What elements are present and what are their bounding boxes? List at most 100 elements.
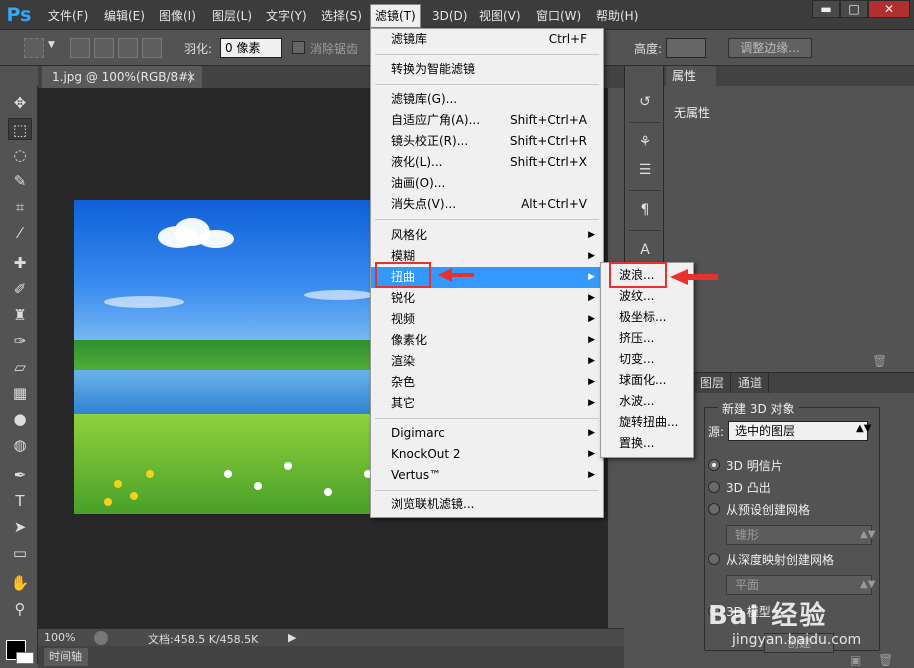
menu-window[interactable]: 窗口(W) xyxy=(532,5,585,27)
healing-brush-tool-icon[interactable]: ✚ xyxy=(8,252,32,274)
distort-item-pinch[interactable]: 挤压... xyxy=(601,328,693,349)
radio-3d-postcard[interactable] xyxy=(708,459,720,471)
brush-presets-icon[interactable]: ⚘ xyxy=(635,132,655,152)
quick-select-tool-icon[interactable]: ✎ xyxy=(8,170,32,192)
dodge-tool-icon[interactable]: ◍ xyxy=(8,434,32,456)
filter-menu-item[interactable]: Vertus™ ▶ xyxy=(371,465,603,486)
menu-filter[interactable]: 滤镜(T) xyxy=(370,4,421,28)
menu-select[interactable]: 选择(S) xyxy=(317,5,366,27)
menu-help[interactable]: 帮助(H) xyxy=(592,5,642,27)
filter-menu-item[interactable]: 转换为智能滤镜 xyxy=(371,59,603,80)
move-tool-icon[interactable]: ✥ xyxy=(8,92,32,114)
chevron-down-icon[interactable]: ▲▼ xyxy=(856,423,871,434)
antialias-checkbox[interactable] xyxy=(292,41,305,54)
blur-tool-icon[interactable]: ● xyxy=(8,408,32,430)
brush-tool-icon[interactable]: ✐ xyxy=(8,278,32,300)
tab-layers[interactable]: 图层 xyxy=(694,373,732,393)
menu-image[interactable]: 图像(I) xyxy=(155,5,200,27)
new-layer-icon[interactable]: ▣ xyxy=(850,653,861,667)
filter-menu-item[interactable]: 液化(L)... Shift+Ctrl+X xyxy=(371,152,603,173)
filter-menu-item[interactable]: 杂色 ▶ xyxy=(371,372,603,393)
intersect-selection-icon[interactable] xyxy=(142,38,162,58)
close-icon[interactable]: × xyxy=(186,66,198,88)
character-icon[interactable]: A xyxy=(635,240,655,260)
chevron-right-icon[interactable]: ▶ xyxy=(288,631,296,644)
new-selection-icon[interactable] xyxy=(70,38,90,58)
type-tool-icon[interactable]: T xyxy=(8,490,32,512)
filter-menu-item[interactable]: 滤镜库(G)... xyxy=(371,89,603,110)
status-icon[interactable] xyxy=(94,631,108,645)
filter-menu-item[interactable]: 滤镜库 Ctrl+F xyxy=(371,29,603,50)
radio-preset-mesh[interactable] xyxy=(708,503,720,515)
paragraph-icon[interactable]: ¶ xyxy=(635,200,655,220)
filter-menu-item[interactable]: 风格化 ▶ xyxy=(371,225,603,246)
timeline-tab[interactable]: 时间轴 xyxy=(44,648,88,666)
maximize-button[interactable]: □ xyxy=(840,0,868,18)
filter-menu-item[interactable]: 锐化 ▶ xyxy=(371,288,603,309)
distort-item-twirl[interactable]: 旋转扭曲... xyxy=(601,412,693,433)
strip-divider xyxy=(629,190,661,191)
distort-item-displace[interactable]: 置换... xyxy=(601,433,693,454)
filter-menu-item[interactable]: 镜头校正(R)... Shift+Ctrl+R xyxy=(371,131,603,152)
menu-layer[interactable]: 图层(L) xyxy=(208,5,256,27)
shape-tool-icon[interactable]: ▭ xyxy=(8,542,32,564)
submenu-arrow-icon: ▶ xyxy=(588,293,595,303)
zoom-tool-icon[interactable]: ⚲ xyxy=(8,598,32,620)
trash-icon[interactable]: 🗑 xyxy=(872,354,887,368)
height-input[interactable] xyxy=(666,38,706,58)
add-selection-icon[interactable] xyxy=(94,38,114,58)
path-selection-tool-icon[interactable]: ➤ xyxy=(8,516,32,538)
menu-view[interactable]: 视图(V) xyxy=(475,5,525,27)
minimize-button[interactable]: ▬ xyxy=(812,0,840,18)
filter-menu-item[interactable]: 自适应广角(A)... Shift+Ctrl+A xyxy=(371,110,603,131)
filter-menu-item[interactable]: KnockOut 2 ▶ xyxy=(371,444,603,465)
feather-input[interactable]: 0 像素 xyxy=(220,38,282,58)
hand-tool-icon[interactable]: ✋ xyxy=(8,572,32,594)
distort-item-shear[interactable]: 切变... xyxy=(601,349,693,370)
chevron-down-icon[interactable]: ▼ xyxy=(48,40,55,50)
distort-item-spherize[interactable]: 球面化... xyxy=(601,370,693,391)
tab-channels[interactable]: 通道 xyxy=(732,373,770,393)
tab-properties[interactable]: 属性 xyxy=(666,66,716,86)
distort-item-ripple[interactable]: 波纹... xyxy=(601,286,693,307)
distort-item-polar[interactable]: 极坐标... xyxy=(601,307,693,328)
document-image[interactable] xyxy=(74,200,408,514)
filter-menu-item[interactable]: 其它 ▶ xyxy=(371,393,603,414)
menu-3d[interactable]: 3D(D) xyxy=(428,5,471,27)
filter-menu-item[interactable]: 渲染 ▶ xyxy=(371,351,603,372)
clone-stamp-tool-icon[interactable]: ♜ xyxy=(8,304,32,326)
history-brush-tool-icon[interactable]: ✑ xyxy=(8,330,32,352)
adjustments-icon[interactable]: ☰ xyxy=(635,160,655,180)
history-icon[interactable]: ↺ xyxy=(635,92,655,112)
menu-file[interactable]: 文件(F) xyxy=(44,5,92,27)
lasso-tool-icon[interactable]: ◌ xyxy=(8,144,32,166)
document-tab[interactable]: 1.jpg @ 100%(RGB/8#) xyxy=(42,66,202,88)
filter-menu-item[interactable]: 像素化 ▶ xyxy=(371,330,603,351)
refine-edge-button[interactable]: 调整边缘... xyxy=(728,38,812,58)
menu-type[interactable]: 文字(Y) xyxy=(262,5,311,27)
preset-mesh-select[interactable]: 锥形 xyxy=(726,525,872,545)
marquee-preset-icon[interactable] xyxy=(24,38,44,58)
subtract-selection-icon[interactable] xyxy=(118,38,138,58)
menu-edit[interactable]: 编辑(E) xyxy=(100,5,149,27)
close-button[interactable]: ✕ xyxy=(868,0,910,18)
crop-tool-icon[interactable]: ⌗ xyxy=(8,196,32,218)
zoom-level[interactable]: 100% xyxy=(44,631,75,644)
filter-menu-item[interactable]: 消失点(V)... Alt+Ctrl+V xyxy=(371,194,603,215)
radio-3d-extrusion[interactable] xyxy=(708,481,720,493)
rect-marquee-tool-icon[interactable]: ⬚ xyxy=(8,118,32,140)
gradient-tool-icon[interactable]: ▦ xyxy=(8,382,32,404)
eyedropper-tool-icon[interactable]: ⁄ xyxy=(8,222,32,244)
filter-menu-item[interactable]: Digimarc ▶ xyxy=(371,423,603,444)
filter-menu-item[interactable]: 视频 ▶ xyxy=(371,309,603,330)
filter-menu-item[interactable]: 油画(O)... xyxy=(371,173,603,194)
background-color-swatch[interactable] xyxy=(16,652,34,664)
source-select[interactable]: 选中的图层 xyxy=(728,421,868,441)
eraser-tool-icon[interactable]: ▱ xyxy=(8,356,32,378)
trash-icon[interactable]: 🗑 xyxy=(878,653,893,667)
distort-item-zigzag[interactable]: 水波... xyxy=(601,391,693,412)
filter-menu-item[interactable]: 浏览联机滤镜... xyxy=(371,494,603,515)
depth-mesh-select[interactable]: 平面 xyxy=(726,575,872,595)
radio-depth-mesh[interactable] xyxy=(708,553,720,565)
pen-tool-icon[interactable]: ✒ xyxy=(8,464,32,486)
